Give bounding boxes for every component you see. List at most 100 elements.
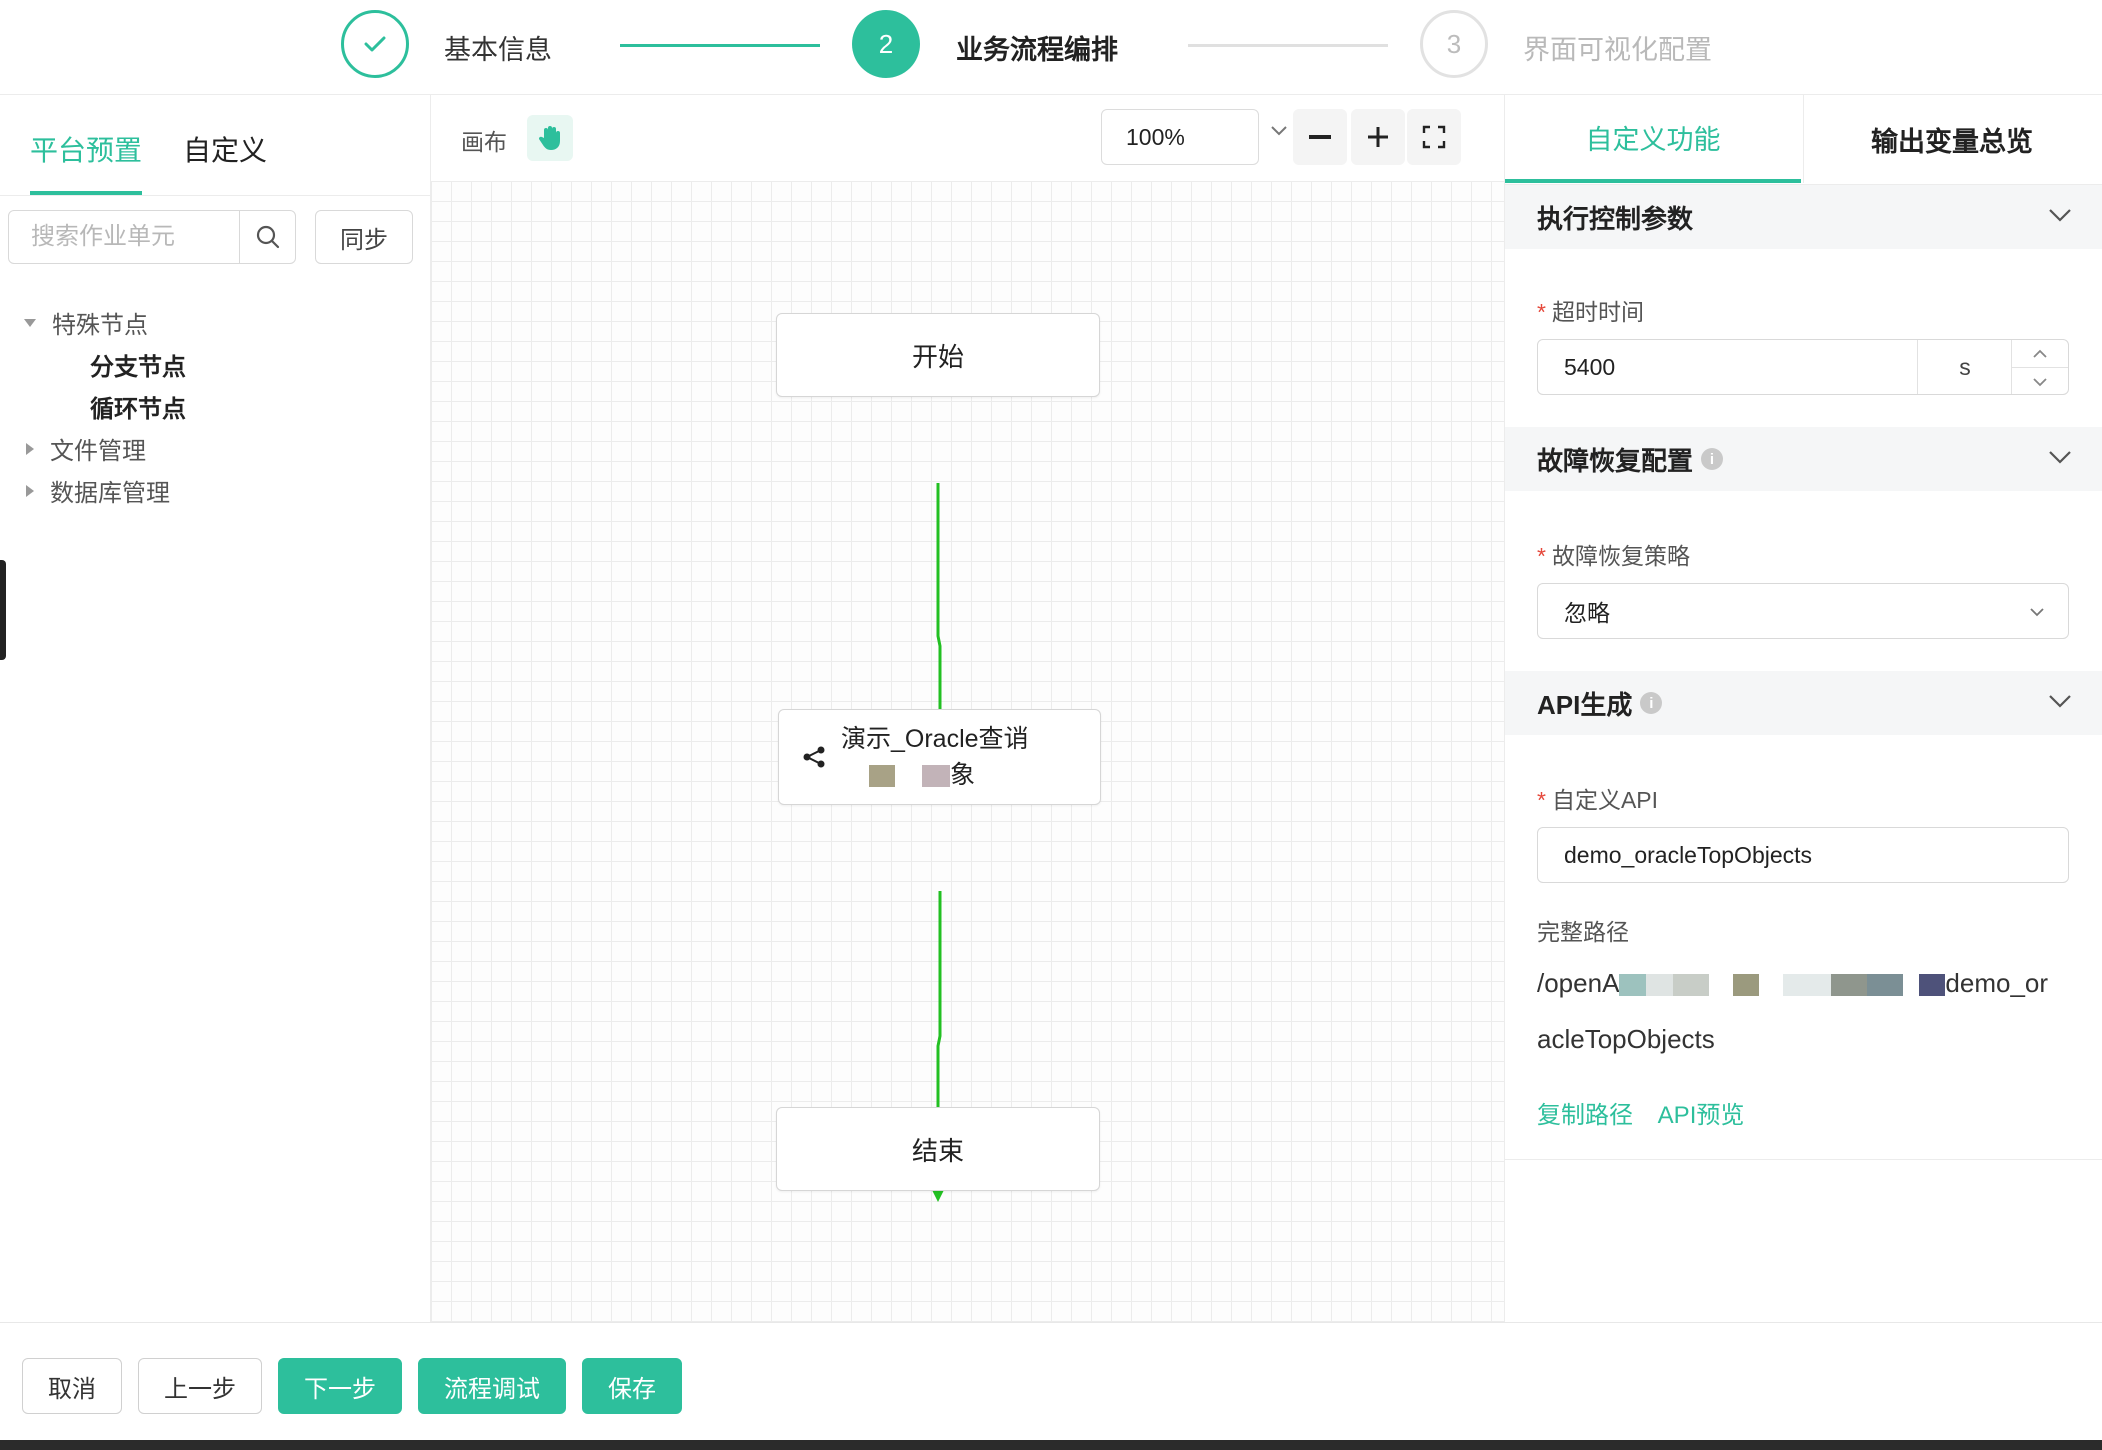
check-icon: [364, 36, 386, 52]
required-mark: *: [1537, 787, 1546, 813]
fullscreen-icon: [1422, 125, 1446, 149]
canvas-label: 画布: [461, 129, 507, 155]
section-title: 故障恢复配置: [1537, 445, 1694, 476]
panel-resize-handle[interactable]: [0, 560, 6, 660]
redaction-block: [1619, 974, 1710, 997]
zoom-input[interactable]: 100%: [1101, 109, 1259, 165]
redaction-block: [921, 765, 950, 788]
tree-item-label: 文件管理: [50, 438, 146, 465]
timeout-unit: s: [1917, 340, 2012, 394]
caret-down-icon: [24, 318, 36, 327]
chevron-down-icon: [2030, 608, 2044, 617]
section-divider: [1505, 1159, 2102, 1160]
redaction-block: [1783, 974, 1904, 997]
branch-icon: [803, 746, 825, 768]
redaction-block: [1919, 974, 1946, 997]
section-api-generation[interactable]: API生成 i: [1505, 671, 2102, 735]
caret-right-icon: [26, 442, 34, 455]
step-header: 基本信息 2 业务流程编排 3 界面可视化配置: [0, 0, 2102, 95]
full-path-mid: demo_or: [1945, 968, 2049, 998]
task-node-title: 演示_Oracle查诮: [841, 725, 1029, 753]
flow-canvas-area: 画布 100% 开始 演示_Oracle查诮 象 结束: [431, 95, 1504, 1322]
api-links: 复制路径 API预览: [1537, 1095, 1762, 1130]
caret-right-icon: [26, 484, 34, 497]
task-node-title-end: 象: [949, 761, 975, 789]
step-connector-2: [1188, 44, 1388, 47]
redaction-block: [869, 765, 895, 788]
task-node-text: 演示_Oracle查诮 象: [841, 721, 1029, 793]
hand-icon: [538, 126, 560, 150]
chevron-down-icon: [2033, 377, 2047, 386]
timeout-stepper[interactable]: 5400 s: [1537, 339, 2069, 395]
tab-output-variables[interactable]: 输出变量总览: [1803, 95, 2100, 183]
previous-step-button[interactable]: 上一步: [138, 1358, 262, 1414]
recovery-strategy-label: * 故障恢复策略: [1537, 537, 1690, 571]
step-2-index: 2: [852, 10, 920, 78]
chevron-down-icon: [1271, 126, 1287, 136]
section-title: API生成: [1537, 689, 1633, 720]
api-preview-link[interactable]: API预览: [1658, 1102, 1745, 1129]
zoom-out-button[interactable]: [1293, 109, 1347, 165]
search-input[interactable]: [9, 211, 239, 263]
custom-api-label-text: 自定义API: [1551, 787, 1659, 813]
flow-node-task[interactable]: 演示_Oracle查诮 象: [778, 709, 1101, 805]
chevron-down-icon: [2049, 209, 2071, 222]
recovery-strategy-value: 忽略: [1564, 600, 1610, 626]
flow-node-end[interactable]: 结束: [776, 1107, 1100, 1191]
step-3-label: 界面可视化配置: [1523, 35, 1712, 65]
decrement-button[interactable]: [2012, 368, 2068, 395]
required-mark: *: [1537, 543, 1546, 569]
full-path-line-1: /openA demo_or: [1537, 955, 2077, 1011]
tab-custom[interactable]: 自定义: [183, 129, 267, 191]
redaction-block: [1733, 974, 1760, 997]
search-button[interactable]: [239, 211, 296, 263]
search-box: [8, 210, 296, 264]
step-1-label: 基本信息: [444, 35, 552, 65]
tree-item-label: 数据库管理: [50, 480, 170, 507]
sync-button[interactable]: 同步: [315, 210, 413, 264]
section-exec-control[interactable]: 执行控制参数: [1505, 185, 2102, 249]
cancel-button[interactable]: 取消: [22, 1358, 122, 1414]
info-icon[interactable]: i: [1640, 692, 1663, 714]
tree-item-loop-node[interactable]: 循环节点: [90, 389, 186, 424]
tree-item-file-management[interactable]: 文件管理: [26, 431, 146, 466]
step-3-index: 3: [1420, 10, 1488, 78]
tree-item-branch-node[interactable]: 分支节点: [90, 347, 186, 382]
tree-item-label: 特殊节点: [52, 312, 148, 339]
zoom-dropdown[interactable]: [1269, 123, 1289, 142]
footer-actions: 取消 上一步 下一步 流程调试 保存: [0, 1322, 2102, 1441]
full-path-start: /openA: [1537, 968, 1620, 998]
full-path-value: /openA demo_or acleTopObjects: [1537, 955, 2077, 1067]
properties-panel: 自定义功能 输出变量总览 执行控制参数 * 超时时间 5400 s 故障恢复配置 …: [1504, 95, 2102, 1322]
increment-button[interactable]: [2012, 340, 2068, 368]
fullscreen-button[interactable]: [1407, 109, 1461, 165]
minus-icon: [1309, 135, 1331, 139]
plus-icon: [1368, 127, 1388, 147]
info-icon[interactable]: i: [1701, 448, 1724, 470]
zoom-in-button[interactable]: [1351, 109, 1405, 165]
tab-platform-preset[interactable]: 平台预置: [30, 129, 143, 195]
tree-item-database-management[interactable]: 数据库管理: [26, 473, 170, 508]
flow-node-start[interactable]: 开始: [776, 313, 1100, 397]
section-title: 执行控制参数: [1537, 203, 1694, 234]
tabs-divider: [0, 195, 430, 196]
section-fault-recovery[interactable]: 故障恢复配置 i: [1505, 427, 2102, 491]
chevron-up-icon: [2033, 349, 2047, 358]
custom-api-label: * 自定义API: [1537, 781, 1658, 815]
required-mark: *: [1537, 299, 1546, 325]
recovery-strategy-select[interactable]: 忽略: [1537, 583, 2069, 639]
save-button[interactable]: 保存: [582, 1358, 682, 1414]
tree-item-special-nodes[interactable]: 特殊节点: [24, 305, 148, 340]
step-2-label: 业务流程编排: [956, 35, 1118, 65]
next-step-button[interactable]: 下一步: [278, 1358, 402, 1414]
tab-custom-function[interactable]: 自定义功能: [1505, 95, 1801, 183]
pan-tool-button[interactable]: [527, 115, 573, 161]
canvas-toolbar: 画布 100%: [431, 95, 1504, 182]
chevron-down-icon: [2049, 695, 2071, 708]
copy-path-link[interactable]: 复制路径: [1537, 1102, 1633, 1129]
recovery-strategy-label-text: 故障恢复策略: [1551, 543, 1690, 569]
search-icon: [256, 225, 280, 249]
custom-api-input[interactable]: demo_oracleTopObjects: [1537, 827, 2069, 883]
flow-debug-button[interactable]: 流程调试: [418, 1358, 566, 1414]
chevron-down-icon: [2049, 451, 2071, 464]
